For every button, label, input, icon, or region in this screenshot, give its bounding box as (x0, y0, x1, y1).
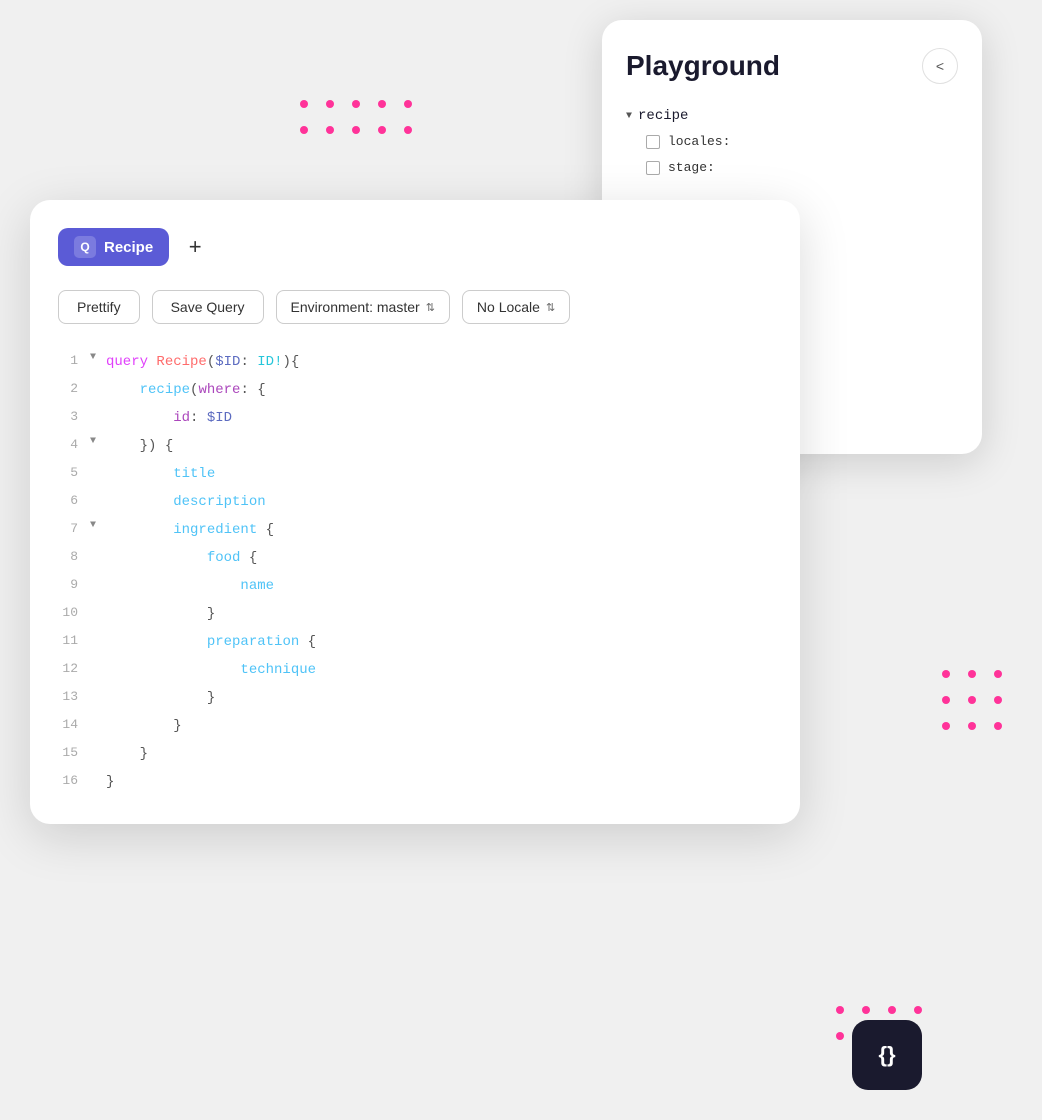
environment-arrow-icon: ⇅ (426, 301, 435, 314)
code-line-1: 1 ▼ query Recipe($ID: ID!){ (58, 348, 772, 376)
dot-decoration-right (942, 670, 1002, 730)
tree-root-label: recipe (638, 104, 688, 129)
tree-child-locales: locales: (646, 129, 958, 155)
code-line-7: 7 ▼ ingredient { (58, 516, 772, 544)
editor-panel: Q Recipe + Prettify Save Query Environme… (30, 200, 800, 824)
tree-child-stage: stage: (646, 155, 958, 181)
code-line-16: 16 } (58, 768, 772, 796)
code-badge: {} (852, 1020, 922, 1090)
toolbar: Prettify Save Query Environment: master … (58, 290, 772, 324)
code-line-8: 8 food { (58, 544, 772, 572)
code-line-2: 2 recipe(where: { (58, 376, 772, 404)
stage-label: stage: (668, 155, 715, 181)
locales-checkbox[interactable] (646, 135, 660, 149)
fold-arrow-4[interactable]: ▼ (90, 432, 106, 452)
tab-bar: Q Recipe + (58, 228, 772, 266)
playground-title: Playground (626, 50, 780, 82)
code-editor[interactable]: 1 ▼ query Recipe($ID: ID!){ 2 recipe(whe… (58, 348, 772, 796)
code-line-3: 3 id: $ID (58, 404, 772, 432)
code-line-10: 10 } (58, 600, 772, 628)
locale-dropdown[interactable]: No Locale ⇅ (462, 290, 570, 324)
code-line-9: 9 name (58, 572, 772, 600)
code-line-6: 6 description (58, 488, 772, 516)
playground-tree: ▼ recipe locales: stage: (626, 104, 958, 181)
stage-checkbox[interactable] (646, 161, 660, 175)
tab-label: Recipe (104, 239, 153, 256)
code-badge-text: {} (878, 1042, 895, 1068)
code-line-15: 15 } (58, 740, 772, 768)
fold-arrow-7[interactable]: ▼ (90, 516, 106, 536)
tab-icon: Q (74, 236, 96, 258)
fold-arrow-1[interactable]: ▼ (90, 348, 106, 368)
playground-close-button[interactable]: < (922, 48, 958, 84)
code-line-11: 11 preparation { (58, 628, 772, 656)
tree-arrow-icon: ▼ (626, 108, 632, 126)
code-line-12: 12 technique (58, 656, 772, 684)
prettify-button[interactable]: Prettify (58, 290, 140, 324)
add-tab-button[interactable]: + (177, 229, 213, 265)
code-line-5: 5 title (58, 460, 772, 488)
dot-decoration-top (300, 100, 412, 134)
environment-dropdown[interactable]: Environment: master ⇅ (276, 290, 450, 324)
locale-arrow-icon: ⇅ (546, 301, 555, 314)
tree-children: locales: stage: (626, 129, 958, 181)
tree-root-item: ▼ recipe (626, 104, 958, 129)
locales-label: locales: (668, 129, 730, 155)
locale-label: No Locale (477, 299, 540, 315)
code-line-4: 4 ▼ }) { (58, 432, 772, 460)
environment-label: Environment: master (291, 299, 420, 315)
code-line-13: 13 } (58, 684, 772, 712)
playground-header: Playground < (626, 48, 958, 84)
save-query-button[interactable]: Save Query (152, 290, 264, 324)
code-line-14: 14 } (58, 712, 772, 740)
tab-recipe[interactable]: Q Recipe (58, 228, 169, 266)
